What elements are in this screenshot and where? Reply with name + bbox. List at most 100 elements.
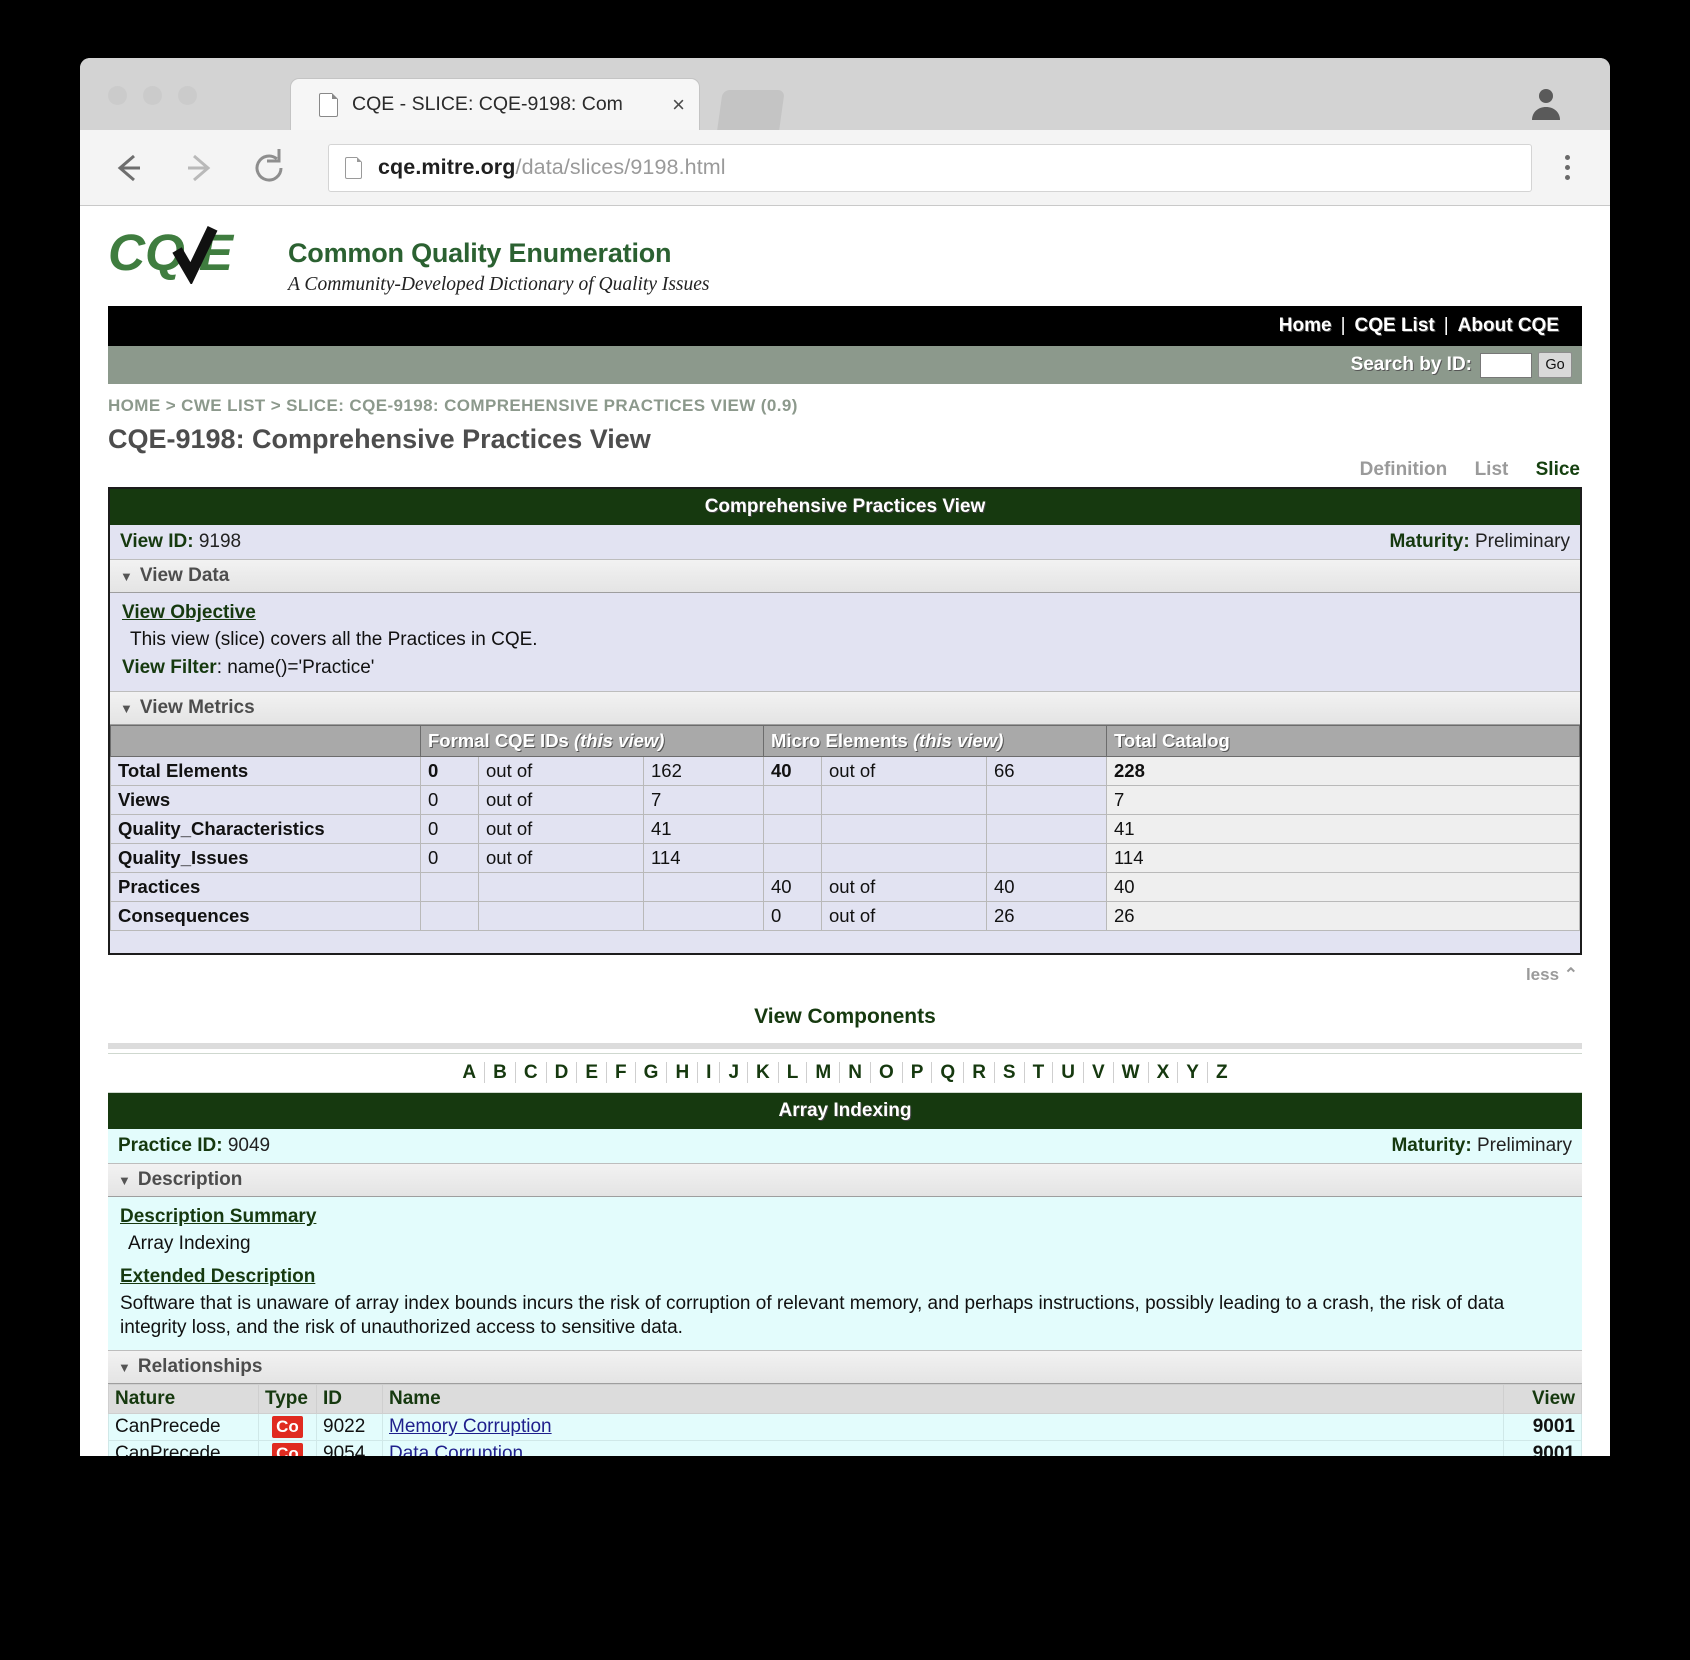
view-metrics-section-header[interactable]: ▼ View Metrics: [110, 691, 1580, 726]
alpha-link-r[interactable]: R: [964, 1062, 995, 1084]
alpha-link-b[interactable]: B: [485, 1062, 516, 1084]
view-data-label: View Data: [139, 565, 230, 586]
extended-description-label[interactable]: Extended Description: [120, 1266, 315, 1288]
page-document-icon: [319, 92, 338, 117]
relationships-section-header[interactable]: ▼ Relationships: [108, 1350, 1582, 1385]
rel-name-cell: Data Corruption: [382, 1440, 1504, 1456]
view-id-row: View ID: 9198 Maturity: Preliminary: [110, 525, 1580, 559]
alpha-link-f[interactable]: F: [607, 1062, 636, 1084]
rel-name-link[interactable]: Data Corruption: [389, 1443, 523, 1456]
url-path: /data/slices/9198.html: [515, 155, 726, 179]
view-data-section-header[interactable]: ▼ View Data: [110, 559, 1580, 593]
view-box-title: Comprehensive Practices View: [110, 489, 1580, 525]
metric-formal-value: 0: [420, 843, 479, 874]
metrics-body: Total Elements 0 out of 162 40 out of 66…: [110, 756, 1580, 932]
search-id-input[interactable]: [1480, 352, 1532, 378]
rel-nature: CanPrecede: [108, 1440, 259, 1456]
maturity-value: Preliminary: [1474, 531, 1570, 552]
description-summary-label[interactable]: Description Summary: [120, 1206, 316, 1228]
metric-formal-value: 0: [420, 785, 479, 816]
cqe-logo-icon[interactable]: CQ E: [108, 222, 256, 284]
alpha-link-u[interactable]: U: [1053, 1062, 1084, 1084]
tab-title: CQE - SLICE: CQE-9198: Com: [352, 93, 623, 115]
view-metrics-table: Formal CQE IDs (this view) Micro Element…: [110, 725, 1580, 932]
metrics-col-micro-label: Micro Elements: [771, 730, 913, 752]
alpha-link-i[interactable]: I: [698, 1062, 721, 1084]
alpha-link-p[interactable]: P: [902, 1062, 933, 1084]
nav-link-home[interactable]: Home: [1270, 315, 1341, 337]
view-id-label: View ID:: [120, 531, 194, 552]
alpha-link-x[interactable]: X: [1148, 1062, 1179, 1084]
metric-micro-outof: [821, 814, 987, 845]
search-go-button[interactable]: Go: [1538, 352, 1572, 378]
back-button[interactable]: [106, 145, 152, 191]
alpha-link-k[interactable]: K: [748, 1062, 779, 1084]
reload-button[interactable]: [246, 145, 292, 191]
alpha-link-g[interactable]: G: [635, 1062, 668, 1084]
new-tab-button[interactable]: [717, 90, 785, 130]
minimize-window-button[interactable]: [143, 86, 162, 105]
page-viewport: CQ E Common Quality Enumeration A Commun…: [80, 206, 1610, 1456]
nav-link-cqe-list[interactable]: CQE List: [1346, 315, 1444, 337]
alpha-link-z[interactable]: Z: [1208, 1062, 1236, 1083]
metric-micro-total: [986, 785, 1107, 816]
alpha-link-o[interactable]: O: [870, 1062, 903, 1084]
alpha-link-t[interactable]: T: [1024, 1062, 1054, 1084]
table-row: Practices 40 out of 40 40: [110, 872, 1580, 903]
divider: [108, 1043, 1582, 1050]
metric-name: Views: [110, 785, 421, 816]
metric-micro-value: 40: [763, 872, 822, 903]
profile-avatar-icon[interactable]: [1526, 82, 1566, 122]
alpha-link-v[interactable]: V: [1083, 1062, 1114, 1084]
tab-list[interactable]: List: [1475, 459, 1509, 480]
metric-formal-value: 0: [420, 756, 479, 787]
alpha-link-d[interactable]: D: [546, 1062, 578, 1084]
description-section-header[interactable]: ▼ Description: [108, 1163, 1582, 1198]
alpha-link-h[interactable]: H: [667, 1062, 699, 1084]
browser-toolbar: cqe.mitre.org/data/slices/9198.html: [80, 130, 1610, 206]
browser-tab-active[interactable]: CQE - SLICE: CQE-9198: Com ×: [290, 78, 700, 130]
rel-col-type: Type: [258, 1384, 317, 1415]
relationships-label: Relationships: [137, 1356, 263, 1378]
relationships-header-row: Nature Type ID Name View: [108, 1384, 1582, 1415]
relationships-body: CanPrecede Co 9022 Memory Corruption 900…: [108, 1413, 1582, 1456]
address-bar[interactable]: cqe.mitre.org/data/slices/9198.html: [328, 143, 1532, 192]
alpha-link-e[interactable]: E: [577, 1062, 608, 1084]
alpha-link-a[interactable]: A: [454, 1062, 486, 1084]
metric-name: Consequences: [110, 901, 421, 932]
table-row: CanPrecede Co 9054 Data Corruption 9001: [108, 1440, 1582, 1456]
breadcrumb[interactable]: HOME > CWE LIST > SLICE: CQE-9198: COMPR…: [108, 384, 1582, 418]
metric-micro-value: [763, 785, 822, 816]
alpha-link-n[interactable]: N: [840, 1062, 871, 1084]
tab-slice[interactable]: Slice: [1536, 459, 1580, 480]
metric-catalog-total: 7: [1106, 785, 1580, 816]
browser-menu-icon[interactable]: [1550, 145, 1584, 191]
forward-button[interactable]: [176, 145, 222, 191]
alpha-link-j[interactable]: J: [720, 1062, 749, 1084]
table-row: Views 0 out of 7 7: [110, 785, 1580, 816]
table-row: Quality_Issues 0 out of 114 114: [110, 843, 1580, 874]
metric-formal-outof: out of: [478, 785, 644, 816]
close-window-button[interactable]: [108, 86, 127, 105]
alpha-link-c[interactable]: C: [515, 1062, 547, 1084]
url-domain: cqe.mitre.org: [378, 155, 516, 179]
close-tab-icon[interactable]: ×: [672, 93, 685, 116]
rel-name-link[interactable]: Memory Corruption: [389, 1416, 552, 1437]
alpha-link-y[interactable]: Y: [1178, 1062, 1208, 1084]
maximize-window-button[interactable]: [178, 86, 197, 105]
alpha-link-q[interactable]: Q: [932, 1062, 965, 1084]
rel-name-cell: Memory Corruption: [382, 1413, 1504, 1442]
page-info-icon[interactable]: [345, 156, 362, 179]
view-objective-label[interactable]: View Objective: [122, 602, 256, 624]
metric-formal-outof: [478, 901, 644, 932]
alpha-link-l[interactable]: L: [778, 1062, 808, 1084]
nav-link-about-cqe[interactable]: About CQE: [1449, 315, 1568, 337]
metric-formal-total: 7: [643, 785, 764, 816]
tab-definition[interactable]: Definition: [1360, 459, 1448, 480]
collapse-less-link[interactable]: less ⌃: [108, 961, 1582, 991]
extended-description-text: Software that is unaware of array index …: [120, 1292, 1505, 1338]
alpha-link-w[interactable]: W: [1113, 1062, 1149, 1084]
alpha-link-m[interactable]: M: [807, 1062, 841, 1084]
metrics-col-formal-em: (this view): [573, 730, 665, 752]
alpha-link-s[interactable]: S: [994, 1062, 1025, 1084]
